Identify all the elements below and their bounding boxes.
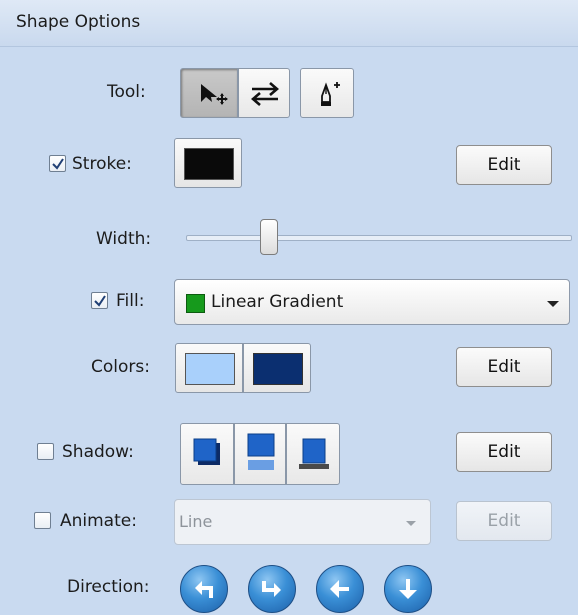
fill-color-chip: [186, 294, 205, 313]
direction-down-button[interactable]: [384, 565, 432, 613]
animate-type-dropdown[interactable]: Line: [174, 499, 431, 545]
stroke-color-swatch: [184, 148, 234, 180]
animate-checkbox[interactable]: [34, 512, 51, 529]
color1-swatch: [185, 353, 235, 385]
animate-type-value: Line: [179, 512, 213, 531]
stroke-label: Stroke:: [72, 154, 132, 174]
tool-label: Tool:: [107, 82, 146, 102]
arrow-down-icon: [399, 579, 417, 599]
shape-options-panel: Shape Options Tool: Stroke: Edit Width:: [0, 0, 582, 615]
animate-edit-button[interactable]: Edit: [456, 501, 552, 541]
fill-type-dropdown[interactable]: Linear Gradient: [174, 279, 570, 325]
colors-label: Colors:: [91, 357, 150, 377]
turn-down-right-icon: [262, 581, 281, 597]
pen-add-icon: [321, 82, 340, 106]
checkmark-icon: [94, 295, 106, 307]
turn-up-left-icon: [195, 581, 213, 598]
shadow-bottom-right-icon: [193, 438, 220, 465]
fill-label: Fill:: [116, 291, 145, 311]
width-slider-track: [186, 235, 572, 241]
checkmark-icon: [52, 158, 64, 170]
chevron-down-icon: [406, 521, 416, 526]
shadow-checkbox[interactable]: [37, 443, 54, 460]
shadow-label: Shadow:: [62, 442, 134, 462]
tool-swap-button[interactable]: [238, 68, 290, 118]
shadow-below-icon: [299, 438, 329, 469]
tool-select-move-button[interactable]: [180, 68, 238, 118]
swap-arrows-icon: [251, 82, 279, 106]
animate-label: Animate:: [60, 511, 137, 531]
stroke-color-button[interactable]: [174, 138, 242, 188]
panel-header: Shape Options: [0, 0, 578, 47]
colors-edit-button[interactable]: Edit: [456, 347, 552, 387]
direction-left-button[interactable]: [316, 565, 364, 613]
shadow-edit-button[interactable]: Edit: [456, 432, 552, 472]
stroke-checkbox[interactable]: [49, 155, 66, 172]
color2-button[interactable]: [243, 343, 311, 393]
direction-up-left-button[interactable]: [180, 565, 228, 613]
shadow-style-2-button[interactable]: [234, 423, 286, 485]
color1-button[interactable]: [175, 343, 243, 393]
panel-title: Shape Options: [16, 12, 141, 32]
direction-label: Direction:: [67, 577, 150, 597]
width-slider[interactable]: [186, 218, 572, 258]
tool-pen-button[interactable]: [300, 68, 354, 118]
shadow-reflection-icon: [247, 433, 275, 470]
shadow-style-1-button[interactable]: [180, 423, 234, 485]
select-move-icon: [201, 84, 228, 105]
direction-down-right-button[interactable]: [248, 565, 296, 613]
width-slider-thumb[interactable]: [260, 219, 278, 255]
chevron-down-icon: [547, 301, 559, 307]
stroke-edit-button[interactable]: Edit: [456, 145, 552, 185]
fill-type-value: Linear Gradient: [211, 292, 344, 312]
shadow-style-3-button[interactable]: [286, 423, 340, 485]
width-label: Width:: [96, 229, 152, 249]
color2-swatch: [253, 353, 303, 385]
arrow-left-icon: [330, 580, 349, 598]
fill-checkbox[interactable]: [91, 292, 108, 309]
